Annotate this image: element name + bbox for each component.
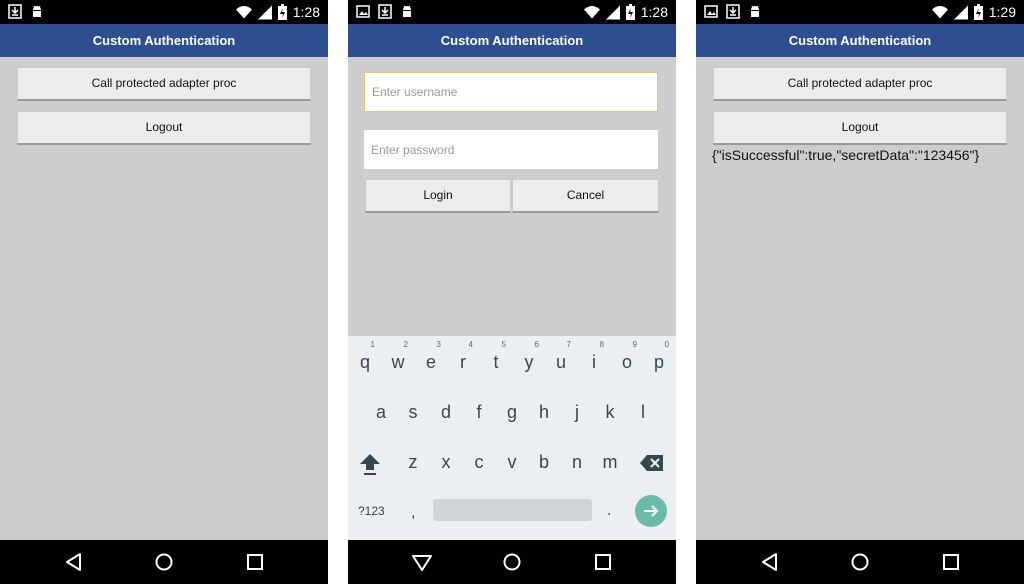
back-icon[interactable] bbox=[62, 550, 86, 574]
key[interactable]: v bbox=[496, 442, 528, 482]
back-down-icon[interactable] bbox=[410, 550, 434, 574]
status-time: 1:28 bbox=[292, 4, 320, 20]
logout-button[interactable]: Logout bbox=[17, 111, 311, 145]
cellular-signal-icon bbox=[953, 5, 968, 19]
recents-icon[interactable] bbox=[243, 550, 267, 574]
key[interactable]: n bbox=[561, 442, 593, 482]
battery-charging-icon bbox=[973, 4, 983, 20]
key[interactable]: 5t bbox=[480, 340, 512, 382]
comma-key[interactable]: , bbox=[411, 504, 415, 522]
status-time: 1:29 bbox=[988, 4, 1016, 20]
login-button[interactable]: Login bbox=[365, 179, 511, 213]
cancel-button[interactable]: Cancel bbox=[512, 179, 659, 213]
soft-keyboard: 1q 2w 3e 4r 5t 6y 7u 8i 9o 0p a s d f g … bbox=[348, 336, 676, 540]
key[interactable]: l bbox=[627, 392, 659, 432]
cellular-signal-icon bbox=[257, 5, 272, 19]
keyboard-row-1: 1q 2w 3e 4r 5t 6y 7u 8i 9o 0p bbox=[348, 340, 676, 382]
download-icon bbox=[378, 4, 392, 19]
key[interactable]: 1q bbox=[349, 340, 381, 382]
navigation-bar bbox=[348, 540, 676, 584]
username-input[interactable]: Enter username bbox=[364, 72, 658, 112]
spacebar[interactable] bbox=[433, 499, 592, 521]
android-icon bbox=[33, 5, 41, 17]
key[interactable]: 6y bbox=[513, 340, 545, 382]
home-icon[interactable] bbox=[500, 550, 524, 574]
key[interactable]: 7u bbox=[545, 340, 577, 382]
key[interactable]: h bbox=[528, 392, 560, 432]
key[interactable]: k bbox=[594, 392, 626, 432]
arrow-right-icon bbox=[644, 505, 659, 517]
wifi-icon bbox=[583, 5, 600, 18]
image-icon bbox=[356, 5, 370, 18]
status-bar: 1:28 bbox=[0, 0, 328, 24]
download-icon bbox=[8, 4, 22, 19]
recents-icon[interactable] bbox=[939, 550, 963, 574]
period-key[interactable]: . bbox=[607, 502, 611, 520]
keyboard-row-3: z x c v b n m bbox=[348, 442, 676, 482]
logout-button[interactable]: Logout bbox=[713, 111, 1007, 145]
phone-screen-result: 1:29 Custom Authentication Call protecte… bbox=[696, 0, 1024, 584]
key[interactable]: c bbox=[463, 442, 495, 482]
image-icon bbox=[704, 5, 718, 18]
key[interactable]: 8i bbox=[578, 340, 610, 382]
cellular-signal-icon bbox=[605, 5, 620, 19]
key[interactable]: 4r bbox=[447, 340, 479, 382]
key[interactable]: j bbox=[561, 392, 593, 432]
android-icon bbox=[751, 5, 759, 17]
key[interactable]: f bbox=[463, 392, 495, 432]
backspace-icon[interactable] bbox=[640, 454, 664, 472]
key[interactable]: b bbox=[528, 442, 560, 482]
download-icon bbox=[726, 4, 740, 19]
home-icon[interactable] bbox=[848, 550, 872, 574]
key[interactable]: a bbox=[365, 392, 397, 432]
app-title: Custom Authentication bbox=[0, 24, 328, 57]
battery-charging-icon bbox=[277, 4, 287, 20]
status-bar: 1:29 bbox=[696, 0, 1024, 24]
phone-screen-home: 1:28 Custom Authentication Call protecte… bbox=[0, 0, 328, 584]
phone-screen-login: 1:28 Custom Authentication Enter usernam… bbox=[348, 0, 676, 584]
navigation-bar bbox=[0, 540, 328, 584]
home-icon[interactable] bbox=[152, 550, 176, 574]
key[interactable]: z bbox=[397, 442, 429, 482]
wifi-icon bbox=[235, 5, 252, 18]
navigation-bar bbox=[696, 540, 1024, 584]
key[interactable]: d bbox=[430, 392, 462, 432]
shift-icon[interactable] bbox=[358, 452, 382, 476]
battery-charging-icon bbox=[625, 4, 635, 20]
app-title: Custom Authentication bbox=[696, 24, 1024, 57]
key[interactable]: m bbox=[594, 442, 626, 482]
recents-icon[interactable] bbox=[591, 550, 615, 574]
key[interactable]: 2w bbox=[382, 340, 414, 382]
key[interactable]: g bbox=[496, 392, 528, 432]
wifi-icon bbox=[931, 5, 948, 18]
key[interactable]: 3e bbox=[415, 340, 447, 382]
key[interactable]: 0p bbox=[643, 340, 675, 382]
status-time: 1:28 bbox=[640, 4, 668, 20]
call-protected-adapter-button[interactable]: Call protected adapter proc bbox=[17, 67, 311, 101]
android-icon bbox=[403, 5, 411, 17]
symbols-key[interactable]: ?123 bbox=[358, 504, 385, 518]
key[interactable]: 9o bbox=[611, 340, 643, 382]
password-input[interactable]: Enter password bbox=[364, 130, 658, 169]
enter-key[interactable] bbox=[635, 495, 667, 527]
adapter-result-text: {"isSuccessful":true,"secretData":"12345… bbox=[712, 147, 980, 163]
back-icon[interactable] bbox=[758, 550, 782, 574]
keyboard-row-2: a s d f g h j k l bbox=[348, 392, 676, 432]
status-bar: 1:28 bbox=[348, 0, 676, 24]
key[interactable]: s bbox=[397, 392, 429, 432]
app-title: Custom Authentication bbox=[348, 24, 676, 57]
key[interactable]: x bbox=[430, 442, 462, 482]
call-protected-adapter-button[interactable]: Call protected adapter proc bbox=[713, 67, 1007, 101]
